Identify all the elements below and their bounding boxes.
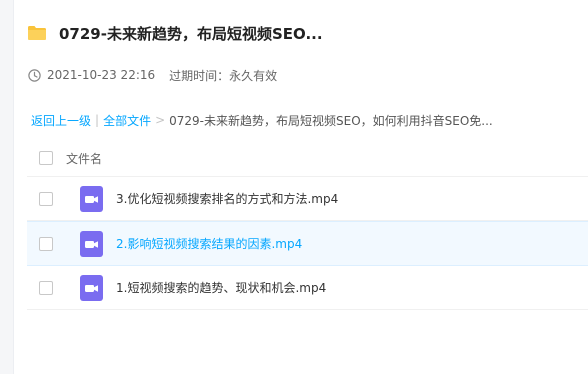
breadcrumb-current: 0729-未来新趋势，布局短视频SEO，如何利用抖音SEO免... (169, 113, 493, 128)
video-file-icon (80, 274, 103, 301)
table-header: 文件名 (27, 140, 588, 177)
left-sidebar-edge (0, 0, 14, 374)
file-name[interactable]: 3.优化短视频搜索排名的方式和方法.mp4 (116, 190, 338, 207)
file-name[interactable]: 1.短视频搜索的趋势、现状和机会.mp4 (116, 279, 326, 296)
row-checkbox[interactable] (39, 280, 53, 295)
breadcrumb: 返回上一级 | 全部文件 > 0729-未来新趋势，布局短视频SEO，如何利用抖… (31, 111, 493, 129)
row-checkbox[interactable] (39, 236, 53, 251)
video-file-icon (80, 230, 103, 257)
expire-text: 过期时间：永久有效 (169, 68, 278, 83)
video-file-icon (80, 185, 103, 212)
row-checkbox[interactable] (39, 191, 53, 206)
table-row[interactable]: 3.优化短视频搜索排名的方式和方法.mp4 (27, 177, 588, 221)
share-meta: 2021-10-23 22:16 过期时间：永久有效 (28, 66, 277, 84)
file-table: 文件名 3.优化短视频搜索排名的方式和方法.mp4 2.影响短视频搜索结果的因素… (27, 140, 588, 310)
back-link[interactable]: 返回上一级 (31, 112, 91, 129)
folder-icon (28, 26, 46, 40)
page-title: 0729-未来新趋势，布局短视频SEO... (59, 24, 323, 43)
share-date: 2021-10-23 22:16 (47, 68, 156, 82)
clock-icon (28, 68, 41, 82)
column-header-filename: 文件名 (66, 151, 103, 166)
file-name[interactable]: 2.影响短视频搜索结果的因素.mp4 (116, 235, 302, 252)
share-header: 0729-未来新趋势，布局短视频SEO... (28, 20, 323, 46)
all-files-link[interactable]: 全部文件 (103, 112, 151, 129)
breadcrumb-divider: | (95, 113, 100, 127)
table-row[interactable]: 1.短视频搜索的趋势、现状和机会.mp4 (27, 266, 588, 310)
breadcrumb-arrow: > (155, 113, 166, 127)
select-all-checkbox[interactable] (39, 151, 53, 165)
table-row[interactable]: 2.影响短视频搜索结果的因素.mp4 (27, 221, 588, 266)
